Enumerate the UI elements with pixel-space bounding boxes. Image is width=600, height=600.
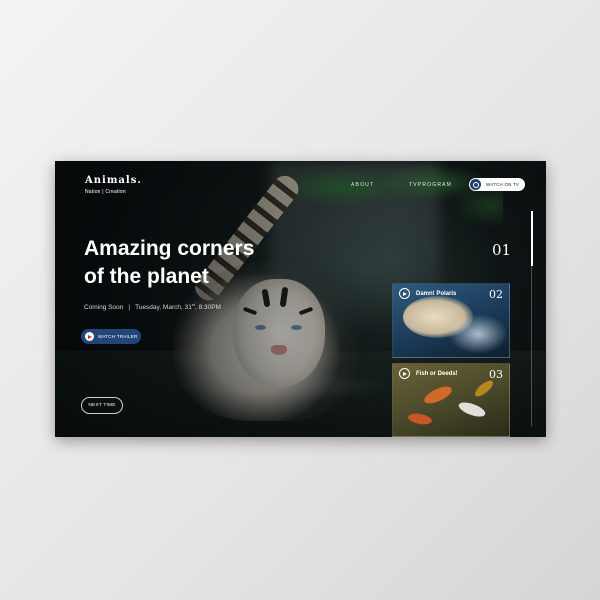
nav-tvprogram-link[interactable]: TVPROGRAM	[409, 182, 452, 188]
brand-title: Animals.	[85, 175, 142, 186]
next-time-button[interactable]: NEXT TIME	[81, 397, 123, 414]
play-icon	[85, 332, 94, 341]
hero-title: Amazing corners of the planet	[84, 235, 304, 291]
watch-trailer-label: WATCH TRAILER	[98, 334, 138, 339]
card-title: Fish or Deeds!	[416, 371, 458, 377]
hero-meta: Coming Soon | Tuesday, March, 31st, 8:30PM	[84, 302, 221, 312]
watch-on-tv-label: WATCH ON TV	[486, 182, 520, 187]
brand-logo[interactable]: Animals. Nation | Creation	[85, 175, 142, 195]
tv-circle-icon	[470, 179, 481, 190]
date-text: Tuesday, March, 31	[135, 304, 192, 312]
time-text: , 8:30PM	[194, 304, 221, 312]
nav-about-link[interactable]: ABOUT	[351, 182, 374, 188]
brand-subtitle: Nation | Creation	[85, 189, 126, 195]
hero-title-line1: Amazing corners	[84, 237, 255, 260]
episode-card[interactable]: Damn! Polaris 02	[392, 283, 510, 358]
play-icon[interactable]	[399, 368, 410, 379]
card-title: Damn! Polaris	[416, 291, 457, 297]
app-screen: Animals. Nation | Creation ABOUT TVPROGR…	[55, 161, 546, 437]
episode-card[interactable]: Fish or Deeds! 03	[392, 363, 510, 437]
status-text: Coming Soon	[84, 304, 124, 312]
watch-trailer-button[interactable]: WATCH TRAILER	[81, 329, 141, 344]
card-number: 03	[489, 368, 503, 381]
current-slide-number: 01	[492, 241, 512, 259]
watch-on-tv-button[interactable]: WATCH ON TV	[469, 178, 525, 191]
play-icon[interactable]	[399, 288, 410, 299]
card-number: 02	[489, 288, 503, 301]
hero-title-line2: of the planet	[84, 265, 209, 288]
slide-progress-thumb[interactable]	[531, 211, 533, 266]
